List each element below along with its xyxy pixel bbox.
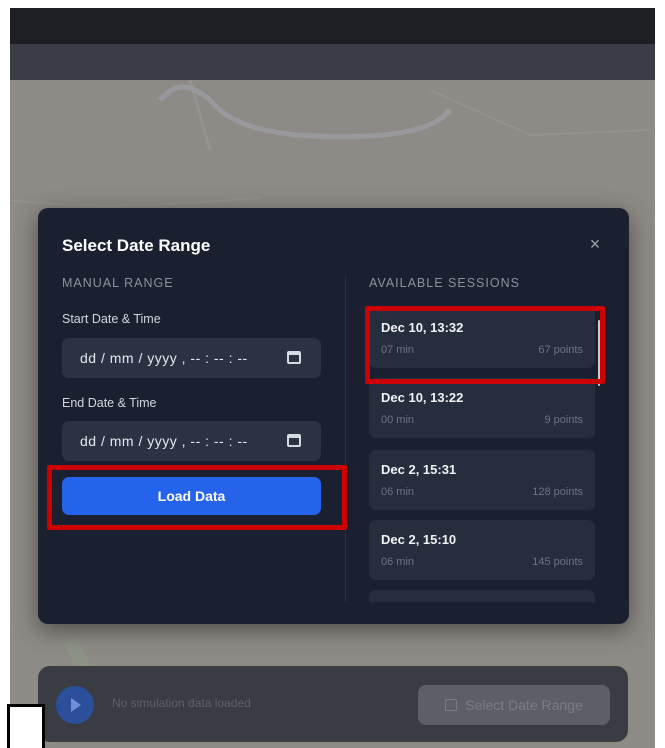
highlight-box-load-button <box>47 465 347 530</box>
manual-range-panel: MANUAL RANGE Start Date & Time dd / mm /… <box>62 276 321 515</box>
highlight-box-session <box>365 306 605 384</box>
top-bar <box>10 8 655 44</box>
end-date-input[interactable]: dd / mm / yyyy , -- : -- : -- <box>62 421 321 461</box>
available-sessions-heading: AVAILABLE SESSIONS <box>369 276 520 290</box>
end-date-label: End Date & Time <box>62 396 157 410</box>
modal-title: Select Date Range <box>62 236 211 255</box>
session-duration: 06 min <box>381 556 415 568</box>
session-title: Dec 2, 15:10 <box>381 532 457 547</box>
session-duration: 06 min <box>381 486 415 498</box>
session-points: 9 points <box>544 414 583 426</box>
session-item-partial[interactable] <box>369 590 595 602</box>
calendar-icon[interactable] <box>287 351 301 364</box>
session-title: Dec 10, 13:22 <box>381 390 464 405</box>
play-icon[interactable] <box>56 686 94 724</box>
status-text: No simulation data loaded <box>112 696 251 710</box>
session-item[interactable]: Dec 10, 13:22 00 min 9 points <box>369 378 595 438</box>
start-date-input[interactable]: dd / mm / yyyy , -- : -- : -- <box>62 338 321 378</box>
start-date-value: dd / mm / yyyy , -- : -- : -- <box>80 350 248 366</box>
session-points: 145 points <box>532 556 583 568</box>
manual-range-heading: MANUAL RANGE <box>62 276 174 290</box>
session-points: 128 points <box>532 486 583 498</box>
calendar-icon <box>445 699 458 711</box>
end-date-value: dd / mm / yyyy , -- : -- : -- <box>80 433 248 449</box>
cursor-indicator <box>7 704 45 748</box>
start-date-label: Start Date & Time <box>62 312 161 326</box>
close-icon[interactable]: × <box>585 234 605 254</box>
column-divider <box>345 276 346 602</box>
session-item[interactable]: Dec 2, 15:31 06 min 128 points <box>369 450 595 510</box>
session-duration: 00 min <box>381 414 415 426</box>
toolbar <box>10 44 655 80</box>
select-date-range-label: Select Date Range <box>465 697 583 713</box>
select-date-range-button[interactable]: Select Date Range <box>418 685 610 725</box>
date-range-modal: Select Date Range × MANUAL RANGE Start D… <box>38 208 629 624</box>
session-item[interactable]: Dec 2, 15:10 06 min 145 points <box>369 520 595 580</box>
calendar-icon[interactable] <box>287 434 301 447</box>
session-title: Dec 2, 15:31 <box>381 462 457 477</box>
bottom-control-bar: No simulation data loaded Select Date Ra… <box>38 666 628 742</box>
